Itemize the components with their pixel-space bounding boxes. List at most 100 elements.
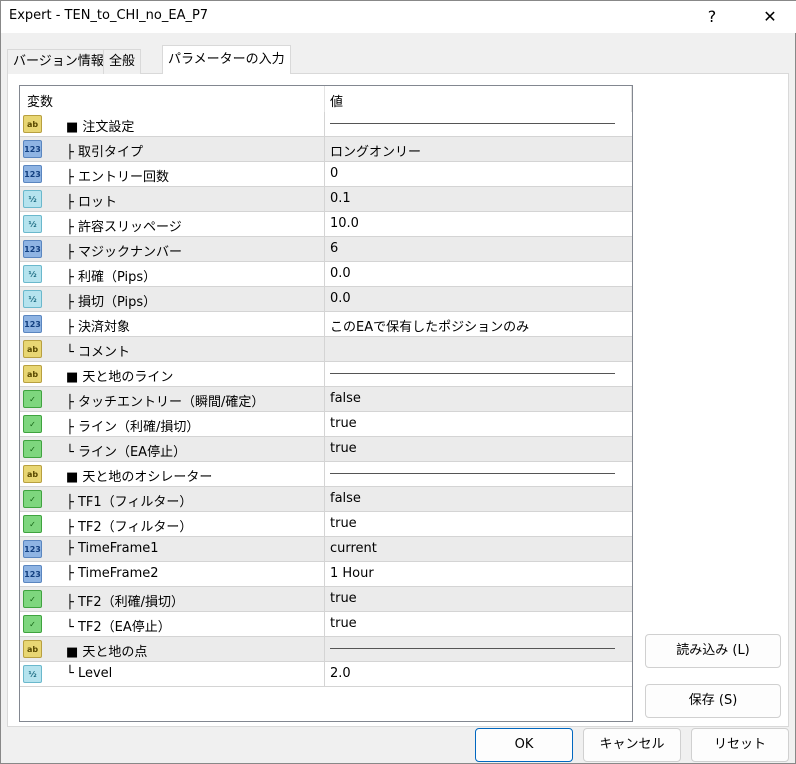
parameter-value[interactable]: false xyxy=(330,391,361,406)
parameter-name: ├ エントリー回数 xyxy=(66,170,169,185)
table-row[interactable]: 123 ├ エントリー回数 0 xyxy=(20,162,632,187)
parameter-value[interactable]: current xyxy=(330,541,377,556)
boolean-type-icon: ✓ xyxy=(23,415,42,433)
separator-line xyxy=(330,373,615,374)
parameter-value[interactable]: 2.0 xyxy=(330,666,351,681)
string-type-icon: ab xyxy=(23,115,42,133)
tab-input-parameters[interactable]: パラメーターの入力 xyxy=(162,45,291,74)
parameter-value[interactable]: 10.0 xyxy=(330,216,359,231)
separator-line xyxy=(330,473,615,474)
boolean-type-icon: ✓ xyxy=(23,515,42,533)
table-row[interactable]: ab ■ 注文設定 xyxy=(20,112,632,137)
parameter-value[interactable]: true xyxy=(330,441,357,456)
table-row[interactable]: 123 ├ 決済対象 このEAで保有したポジションのみ xyxy=(20,312,632,337)
table-row[interactable]: ✓ ├ TF1（フィルター） false xyxy=(20,487,632,512)
parameter-name: └ TF2（EA停止） xyxy=(66,620,171,635)
parameter-name: └ コメント xyxy=(66,345,130,360)
integer-type-icon: 123 xyxy=(23,540,42,558)
string-type-icon: ab xyxy=(23,340,42,358)
parameter-name: ├ TF2（フィルター） xyxy=(66,520,193,535)
separator-line xyxy=(330,648,615,649)
parameter-name: ■ 注文設定 xyxy=(66,120,135,135)
double-type-icon: ½ xyxy=(23,190,42,208)
table-row[interactable]: ½ ├ 損切（Pips） 0.0 xyxy=(20,287,632,312)
table-row[interactable]: ½ ├ 許容スリッページ 10.0 xyxy=(20,212,632,237)
header-variable[interactable]: 変数 xyxy=(27,91,53,110)
table-row[interactable]: 123 ├ 取引タイプ ロングオンリー xyxy=(20,137,632,162)
parameter-name: ├ TF1（フィルター） xyxy=(66,495,193,510)
load-button[interactable]: 読み込み (L) xyxy=(645,634,781,668)
table-row[interactable]: ab └ コメント xyxy=(20,337,632,362)
table-row[interactable]: ✓ ├ ライン（利確/損切） true xyxy=(20,412,632,437)
boolean-type-icon: ✓ xyxy=(23,440,42,458)
parameter-name: ├ マジックナンバー xyxy=(66,245,182,260)
parameter-value[interactable]: ロングオンリー xyxy=(330,141,421,160)
double-type-icon: ½ xyxy=(23,290,42,308)
parameter-value[interactable]: false xyxy=(330,491,361,506)
table-row[interactable]: ✓ └ TF2（EA停止） true xyxy=(20,612,632,637)
integer-type-icon: 123 xyxy=(23,140,42,158)
table-row[interactable]: 123 ├ TimeFrame1 current xyxy=(20,537,632,562)
integer-type-icon: 123 xyxy=(23,565,42,583)
parameter-name: ├ タッチエントリー（瞬間/確定） xyxy=(66,395,265,410)
double-type-icon: ½ xyxy=(23,215,42,233)
reset-button[interactable]: リセット xyxy=(691,728,789,762)
help-button[interactable]: ? xyxy=(689,1,735,33)
parameter-value[interactable]: 0.0 xyxy=(330,266,351,281)
table-row[interactable]: ✓ └ ライン（EA停止） true xyxy=(20,437,632,462)
parameter-name: ├ ロット xyxy=(66,195,117,210)
parameter-name: ├ 利確（Pips） xyxy=(66,270,157,285)
string-type-icon: ab xyxy=(23,365,42,383)
cancel-button[interactable]: キャンセル xyxy=(583,728,681,762)
string-type-icon: ab xyxy=(23,640,42,658)
ok-button[interactable]: OK xyxy=(475,728,573,762)
close-button[interactable]: ✕ xyxy=(747,1,793,33)
parameter-value[interactable]: 1 Hour xyxy=(330,566,374,581)
header-value[interactable]: 値 xyxy=(330,91,343,110)
boolean-type-icon: ✓ xyxy=(23,490,42,508)
table-row[interactable]: ✓ ├ TF2（利確/損切） true xyxy=(20,587,632,612)
parameter-value[interactable]: 6 xyxy=(330,241,338,256)
parameter-name: └ ライン（EA停止） xyxy=(66,445,187,460)
parameter-name: ■ 天と地のオシレーター xyxy=(66,470,213,485)
parameter-value[interactable]: true xyxy=(330,416,357,431)
table-row[interactable]: ½ ├ 利確（Pips） 0.0 xyxy=(20,262,632,287)
parameter-value[interactable]: true xyxy=(330,591,357,606)
parameter-value[interactable]: 0.1 xyxy=(330,191,351,206)
separator-line xyxy=(330,123,615,124)
integer-type-icon: 123 xyxy=(23,315,42,333)
table-row[interactable]: ab ■ 天と地の点 xyxy=(20,637,632,662)
table-row[interactable]: ab ■ 天と地のライン xyxy=(20,362,632,387)
parameter-value[interactable]: このEAで保有したポジションのみ xyxy=(330,316,529,335)
title-bar: Expert - TEN_to_CHI_no_EA_P7 ? ✕ xyxy=(1,1,796,33)
save-button[interactable]: 保存 (S) xyxy=(645,684,781,718)
parameter-name: └ Level xyxy=(66,666,113,681)
parameter-name: ├ TF2（利確/損切） xyxy=(66,595,185,610)
parameter-value[interactable]: true xyxy=(330,616,357,631)
integer-type-icon: 123 xyxy=(23,165,42,183)
tab-version-info[interactable]: バージョン情報 xyxy=(7,49,110,74)
table-row[interactable]: 123 ├ マジックナンバー 6 xyxy=(20,237,632,262)
parameter-name: ├ 損切（Pips） xyxy=(66,295,157,310)
parameter-name: ├ 取引タイプ xyxy=(66,145,143,160)
parameter-name: ■ 天と地のライン xyxy=(66,370,174,385)
table-row[interactable]: ✓ ├ タッチエントリー（瞬間/確定） false xyxy=(20,387,632,412)
table-row[interactable]: ½ └ Level 2.0 xyxy=(20,662,632,687)
double-type-icon: ½ xyxy=(23,265,42,283)
parameter-name: ├ 決済対象 xyxy=(66,320,130,335)
table-row[interactable]: ab ■ 天と地のオシレーター xyxy=(20,462,632,487)
parameter-name: ├ TimeFrame1 xyxy=(66,541,159,556)
parameter-name: ■ 天と地の点 xyxy=(66,645,148,660)
table-row[interactable]: ✓ ├ TF2（フィルター） true xyxy=(20,512,632,537)
parameter-value[interactable]: true xyxy=(330,516,357,531)
parameter-value[interactable]: 0 xyxy=(330,166,338,181)
parameter-value[interactable]: 0.0 xyxy=(330,291,351,306)
table-row[interactable]: 123 ├ TimeFrame2 1 Hour xyxy=(20,562,632,587)
string-type-icon: ab xyxy=(23,465,42,483)
tab-general[interactable]: 全般 xyxy=(103,49,142,74)
table-header: 変数 値 xyxy=(20,86,632,112)
boolean-type-icon: ✓ xyxy=(23,615,42,633)
boolean-type-icon: ✓ xyxy=(23,390,42,408)
parameter-name: ├ ライン（利確/損切） xyxy=(66,420,200,435)
table-row[interactable]: ½ ├ ロット 0.1 xyxy=(20,187,632,212)
